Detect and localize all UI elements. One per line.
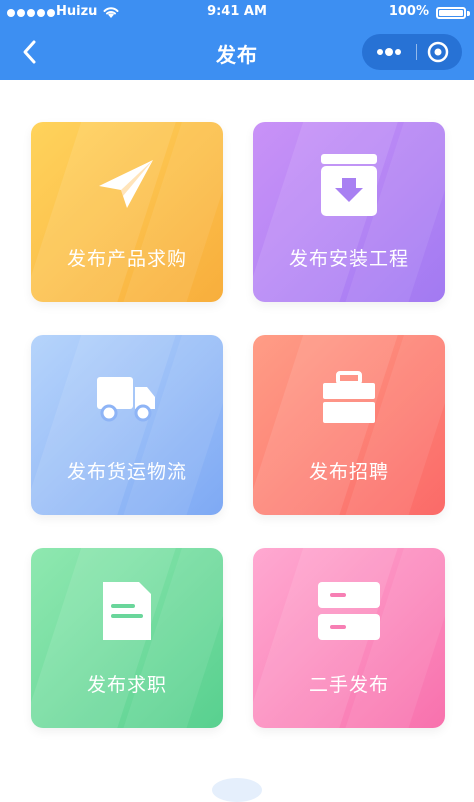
- tile-recruitment[interactable]: 发布招聘: [253, 335, 445, 515]
- tile-label: 发布安装工程: [288, 248, 409, 270]
- tile-freight-logistics[interactable]: 发布货运物流: [31, 335, 223, 515]
- tile-label: 二手发布: [308, 674, 389, 696]
- truck-icon: [31, 363, 223, 433]
- bottom-glow: [212, 778, 262, 802]
- tile-installation-project[interactable]: 发布安装工程: [253, 122, 445, 302]
- document-icon: [31, 576, 223, 646]
- tile-label: 发布货运物流: [66, 461, 187, 483]
- tile-secondhand[interactable]: 二手发布: [253, 548, 445, 728]
- download-box-icon: [253, 150, 445, 220]
- briefcase-icon: [253, 363, 445, 433]
- tile-job-seeking[interactable]: 发布求职: [31, 548, 223, 728]
- tile-label: 发布求职: [86, 674, 167, 696]
- tile-label: 发布招聘: [308, 461, 389, 483]
- cabinet-icon: [253, 576, 445, 646]
- tile-product-purchase[interactable]: 发布产品求购: [31, 122, 223, 302]
- paper-plane-icon: [31, 150, 223, 220]
- tile-label: 发布产品求购: [66, 248, 187, 270]
- publish-grid: 发布产品求购 发布安装工程 发布货运物流 发布招聘 发布求职 二手发布: [0, 0, 474, 794]
